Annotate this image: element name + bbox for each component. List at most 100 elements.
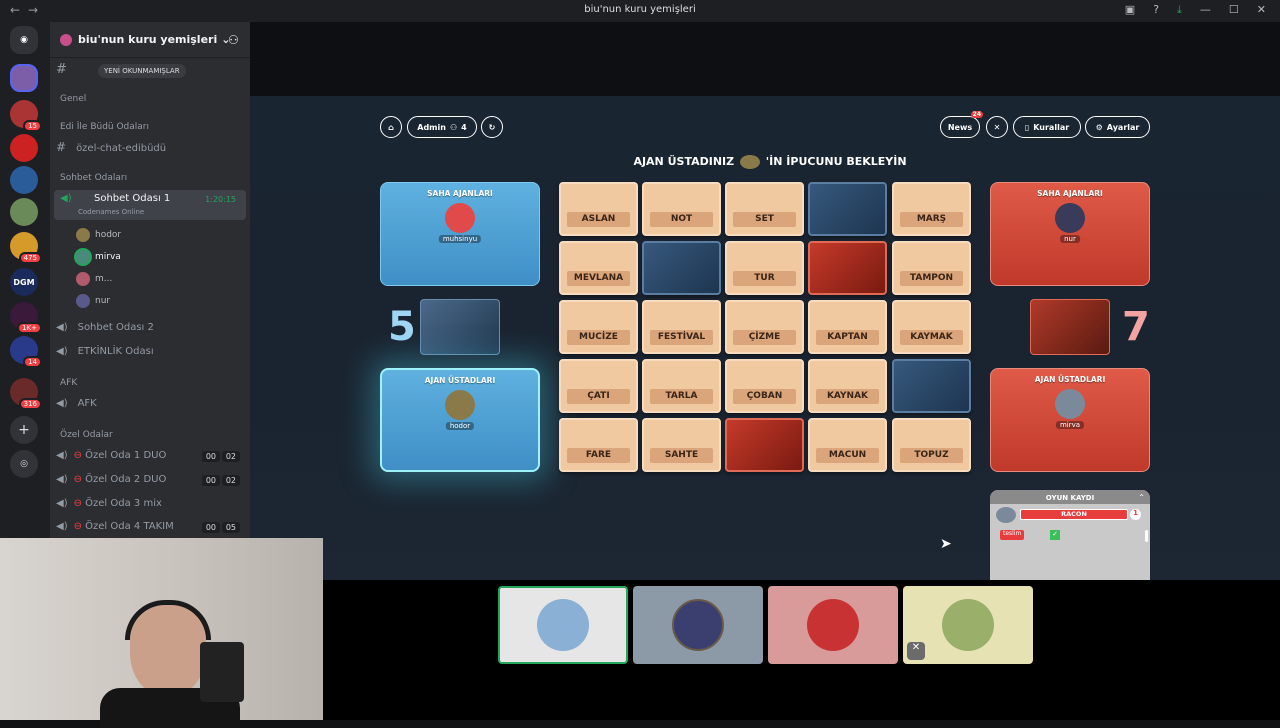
word-card[interactable]: MARŞ <box>892 182 971 236</box>
revealed-card <box>808 182 887 236</box>
channel-afk[interactable]: ◀) AFK <box>56 398 97 409</box>
voice-user[interactable]: mirva <box>76 250 121 264</box>
channel-oda4[interactable]: ◀) ⊖ Özel Oda 4 TAKIM <box>56 521 174 532</box>
discord-home-icon[interactable]: ◉ <box>10 26 38 54</box>
add-member-icon[interactable]: ⚇ <box>228 33 239 47</box>
gear-icon: ⚙ <box>1095 122 1103 132</box>
explore-icon[interactable]: ◎ <box>10 450 38 478</box>
camera-object <box>200 642 244 702</box>
news-button[interactable]: News 24 <box>940 111 983 138</box>
avatar <box>445 203 475 233</box>
server-icon[interactable]: 316 <box>10 378 42 410</box>
category-edi-budu[interactable]: Edi İle Büdü Odaları <box>60 122 149 132</box>
word-card[interactable]: MUCİZE <box>559 300 638 354</box>
participant-tile[interactable] <box>498 586 628 664</box>
scrollbar[interactable] <box>1145 530 1148 542</box>
channel-sohbet2[interactable]: ◀) Sohbet Odası 2 <box>56 322 154 333</box>
settings-button[interactable]: ⚙ Ayarlar <box>1085 116 1150 138</box>
word-card[interactable]: KAYMAK <box>892 300 971 354</box>
participant-tile[interactable]: ✕ <box>903 586 1033 664</box>
chevron-up-icon[interactable]: ⌃ <box>1138 493 1145 502</box>
reset-button[interactable]: ↻ <box>481 116 503 138</box>
mouse-cursor: ➤ <box>940 536 952 552</box>
admin-button[interactable]: Admin ⚇ 4 <box>407 116 477 138</box>
card-word: ASLAN <box>567 212 630 227</box>
category-ozel[interactable]: Özel Odalar <box>60 430 113 440</box>
word-card[interactable]: TUR <box>725 241 804 295</box>
inbox-icon[interactable]: ▣ <box>1125 3 1135 17</box>
home-icon: ⌂ <box>388 122 394 132</box>
add-server-icon[interactable]: + <box>10 416 38 444</box>
word-card[interactable]: ÇOBAN <box>725 359 804 413</box>
channel-list: biu'nun kuru yemişleri ⌄ ⚇ YENİ OKUNMAMI… <box>50 22 250 538</box>
avatar <box>1055 389 1085 419</box>
word-card[interactable]: TAMPON <box>892 241 971 295</box>
server-icon[interactable]: 1K+ <box>10 302 42 334</box>
card-word: ÇATI <box>567 389 630 404</box>
word-card[interactable]: KAPTAN <box>808 300 887 354</box>
channel-sohbet1[interactable]: ◀) Sohbet Odası 1 Codenames Online 1:20:… <box>54 190 246 220</box>
word-card[interactable]: SET <box>725 182 804 236</box>
server-icon[interactable] <box>10 198 38 226</box>
category-genel[interactable]: Genel <box>60 94 86 104</box>
minimize-icon[interactable]: — <box>1200 3 1211 17</box>
server-icon[interactable]: DGM <box>10 268 38 296</box>
revealed-card <box>892 359 971 413</box>
players-icon: ⚇ <box>449 122 458 132</box>
guild-icon <box>60 33 72 46</box>
download-icon[interactable]: ⤓ <box>1177 3 1182 17</box>
voice-user[interactable]: m... <box>76 272 112 286</box>
avatar <box>942 599 994 651</box>
close-icon[interactable]: ✕ <box>1257 3 1266 17</box>
word-card[interactable]: ASLAN <box>559 182 638 236</box>
channel-etkinlik[interactable]: ◀) ETKİNLİK Odası <box>56 346 154 357</box>
guild-header[interactable]: biu'nun kuru yemişleri ⌄ ⚇ <box>50 22 250 58</box>
word-card[interactable]: FARE <box>559 418 638 472</box>
server-icon[interactable]: 475 <box>10 232 42 264</box>
avatar <box>672 599 724 651</box>
server-icon[interactable]: 14 <box>10 336 42 368</box>
participant-tile[interactable] <box>633 586 763 664</box>
channel-oda3[interactable]: ◀) ⊖ Özel Oda 3 mix <box>56 498 162 509</box>
word-card[interactable]: ÇİZME <box>725 300 804 354</box>
voice-user[interactable]: nur <box>76 294 110 308</box>
card-word: ÇOBAN <box>733 389 796 404</box>
rules-button[interactable]: ▯ Kurallar <box>1013 116 1081 138</box>
participant-tile[interactable] <box>768 586 898 664</box>
card-word: SAHTE <box>650 448 713 463</box>
blue-agent-image <box>420 299 500 355</box>
word-card[interactable]: NOT <box>642 182 721 236</box>
unread-pill[interactable]: YENİ OKUNMAMIŞLAR <box>98 64 186 78</box>
word-card[interactable]: KAYNAK <box>808 359 887 413</box>
server-icon[interactable] <box>10 166 38 194</box>
category-sohbet[interactable]: Sohbet Odaları <box>60 173 127 183</box>
category-afk[interactable]: AFK <box>60 378 77 388</box>
word-card[interactable]: ÇATI <box>559 359 638 413</box>
voice-user[interactable]: hodor <box>76 228 121 242</box>
player-name: muhsinyu <box>438 235 482 243</box>
card-word: SET <box>733 212 796 227</box>
channel-oda1[interactable]: ◀) ⊖ Özel Oda 1 DUO <box>56 450 166 461</box>
card-word: MEVLANA <box>567 271 630 286</box>
server-icon[interactable] <box>10 134 38 162</box>
maximize-icon[interactable]: ☐ <box>1229 3 1239 17</box>
word-card[interactable]: TOPUZ <box>892 418 971 472</box>
word-card[interactable]: SAHTE <box>642 418 721 472</box>
channel-ozel-chat[interactable]: # özel-chat-edibüdü <box>56 140 166 154</box>
word-card[interactable]: FESTİVAL <box>642 300 721 354</box>
mute-button[interactable]: ✕ <box>986 116 1008 138</box>
word-card[interactable]: MEVLANA <box>559 241 638 295</box>
home-button[interactable]: ⌂ <box>380 116 402 138</box>
help-icon[interactable]: ? <box>1153 3 1159 17</box>
word-card[interactable]: TARLA <box>642 359 721 413</box>
mic-muted-icon: ✕ <box>907 642 925 660</box>
server-icon[interactable]: 15 <box>10 100 42 132</box>
avatar <box>445 390 475 420</box>
red-spymaster-panel: AJAN ÜSTADLARI mirva <box>990 368 1150 472</box>
webcam-overlay <box>0 538 323 728</box>
card-word: TAMPON <box>900 271 963 286</box>
word-card[interactable]: MACUN <box>808 418 887 472</box>
server-icon[interactable] <box>10 64 38 92</box>
card-word: KAPTAN <box>816 330 879 345</box>
channel-oda2[interactable]: ◀) ⊖ Özel Oda 2 DUO <box>56 474 166 485</box>
